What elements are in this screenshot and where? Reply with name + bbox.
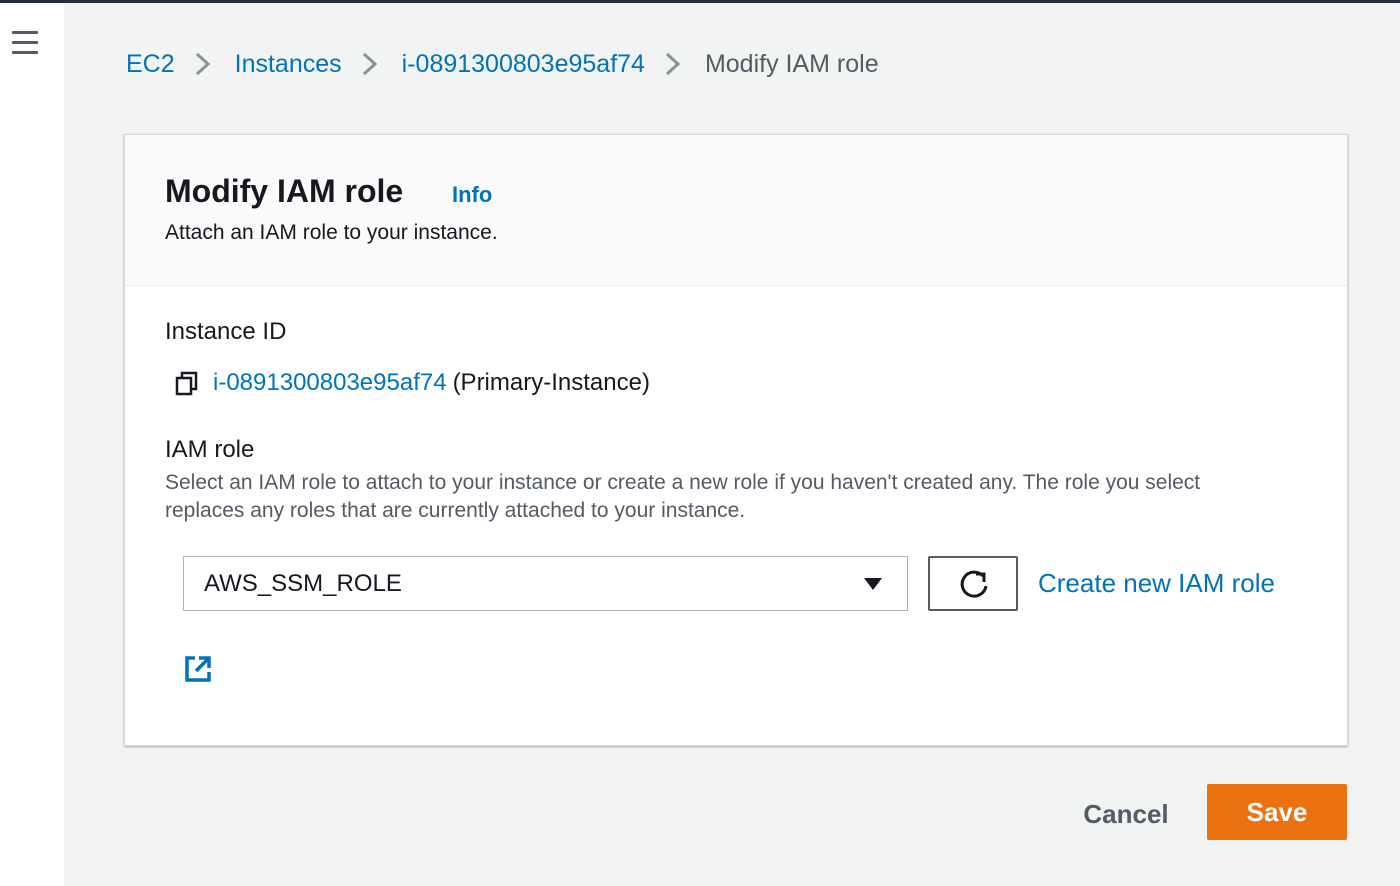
instance-id-label: Instance ID [165,318,287,345]
chevron-right-icon [655,49,695,79]
create-iam-role-link[interactable]: Create new IAM role [1038,568,1275,599]
chevron-right-icon [352,49,392,79]
top-border [0,0,1400,3]
iam-role-select[interactable]: AWS_SSM_ROLE [183,556,908,611]
panel-description: Attach an IAM role to your instance. [165,221,498,244]
breadcrumb-instance-id[interactable]: i-0891300803e95af74 [402,50,645,79]
sidebar [0,3,64,886]
page-title: Modify IAM role [165,173,404,209]
instance-id-row: i-0891300803e95af74 (Primary-Instance) [173,367,650,399]
chevron-right-icon [185,49,225,79]
external-link-icon[interactable] [183,654,213,684]
info-link[interactable]: Info [452,182,492,208]
breadcrumb: EC2 Instances i-0891300803e95af74 Modify… [126,46,879,82]
caret-down-icon [864,578,882,590]
modify-iam-role-panel: Modify IAM role Info Attach an IAM role … [124,134,1348,746]
copy-icon[interactable] [173,369,201,397]
iam-role-label: IAM role [165,436,255,463]
breadcrumb-current: Modify IAM role [704,49,879,78]
hamburger-menu-icon[interactable] [12,31,40,57]
iam-role-selected-value: AWS_SSM_ROLE [204,570,402,597]
iam-role-description: Select an IAM role to attach to your ins… [165,471,1201,522]
refresh-button[interactable] [928,556,1018,611]
cancel-button[interactable]: Cancel [1070,788,1182,840]
instance-name: (Primary-Instance) [452,369,650,396]
breadcrumb-instances[interactable]: Instances [235,50,342,79]
breadcrumb-ec2[interactable]: EC2 [126,50,175,79]
save-button[interactable]: Save [1207,784,1347,840]
refresh-icon [960,570,988,598]
panel-header: Modify IAM role Info Attach an IAM role … [125,135,1347,286]
instance-id-link[interactable]: i-0891300803e95af74 [213,369,447,397]
